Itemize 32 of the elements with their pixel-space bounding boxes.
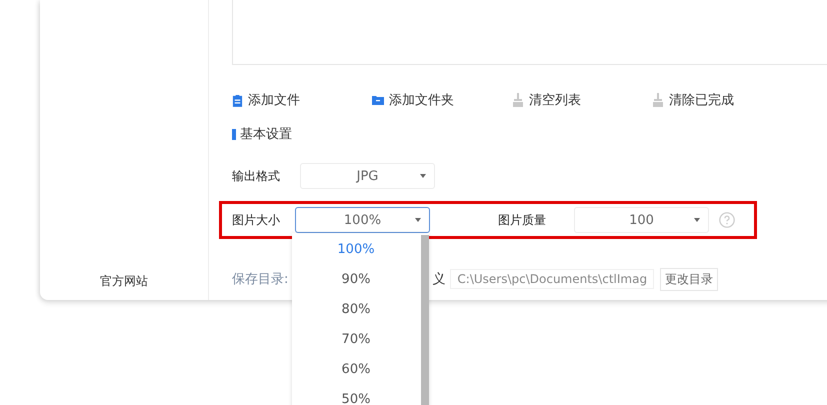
quality-select[interactable]: 100 — [574, 207, 709, 233]
caret-icon — [415, 218, 421, 222]
folder-icon — [372, 95, 384, 105]
format-select[interactable]: JPG — [300, 163, 435, 189]
section-title: 基本设置 — [240, 126, 292, 143]
clipboard-icon — [232, 94, 243, 106]
toolbar-button[interactable]: 添加文件 — [232, 91, 372, 109]
broom-icon — [512, 93, 524, 107]
size-label: 图片大小 — [232, 212, 280, 228]
change-dir-button[interactable]: 更改目录 — [660, 268, 718, 290]
save-dir-label: 保存目录: — [232, 271, 288, 288]
dropdown-option[interactable]: 70% — [292, 325, 420, 355]
toolbar-button[interactable]: 添加文件夹 — [372, 91, 512, 109]
broom-icon — [652, 93, 664, 107]
dropdown-option[interactable]: 60% — [292, 355, 420, 385]
dropdown-option[interactable]: 100% — [292, 235, 420, 265]
dropdown-option[interactable]: 50% — [292, 385, 420, 405]
section-marker — [232, 128, 236, 140]
size-select[interactable]: 100% — [295, 207, 430, 233]
path-field[interactable]: C:\Users\pc\Documents\ctlImag — [450, 269, 654, 289]
option-label: 义 — [432, 271, 446, 288]
dropdown-option[interactable]: 80% — [292, 295, 420, 325]
help-icon[interactable] — [719, 212, 735, 228]
toolbar-button[interactable]: 清除已完成 — [652, 91, 792, 109]
quality-label: 图片质量 — [498, 212, 546, 228]
website-link[interactable]: 官方网站 — [100, 269, 148, 294]
dropdown-option[interactable]: 90% — [292, 265, 420, 295]
scrollbar[interactable] — [421, 235, 429, 405]
caret-icon — [694, 218, 700, 222]
toolbar-button[interactable]: 清空列表 — [512, 91, 652, 109]
format-label: 输出格式 — [232, 168, 280, 184]
caret-icon — [420, 174, 426, 178]
